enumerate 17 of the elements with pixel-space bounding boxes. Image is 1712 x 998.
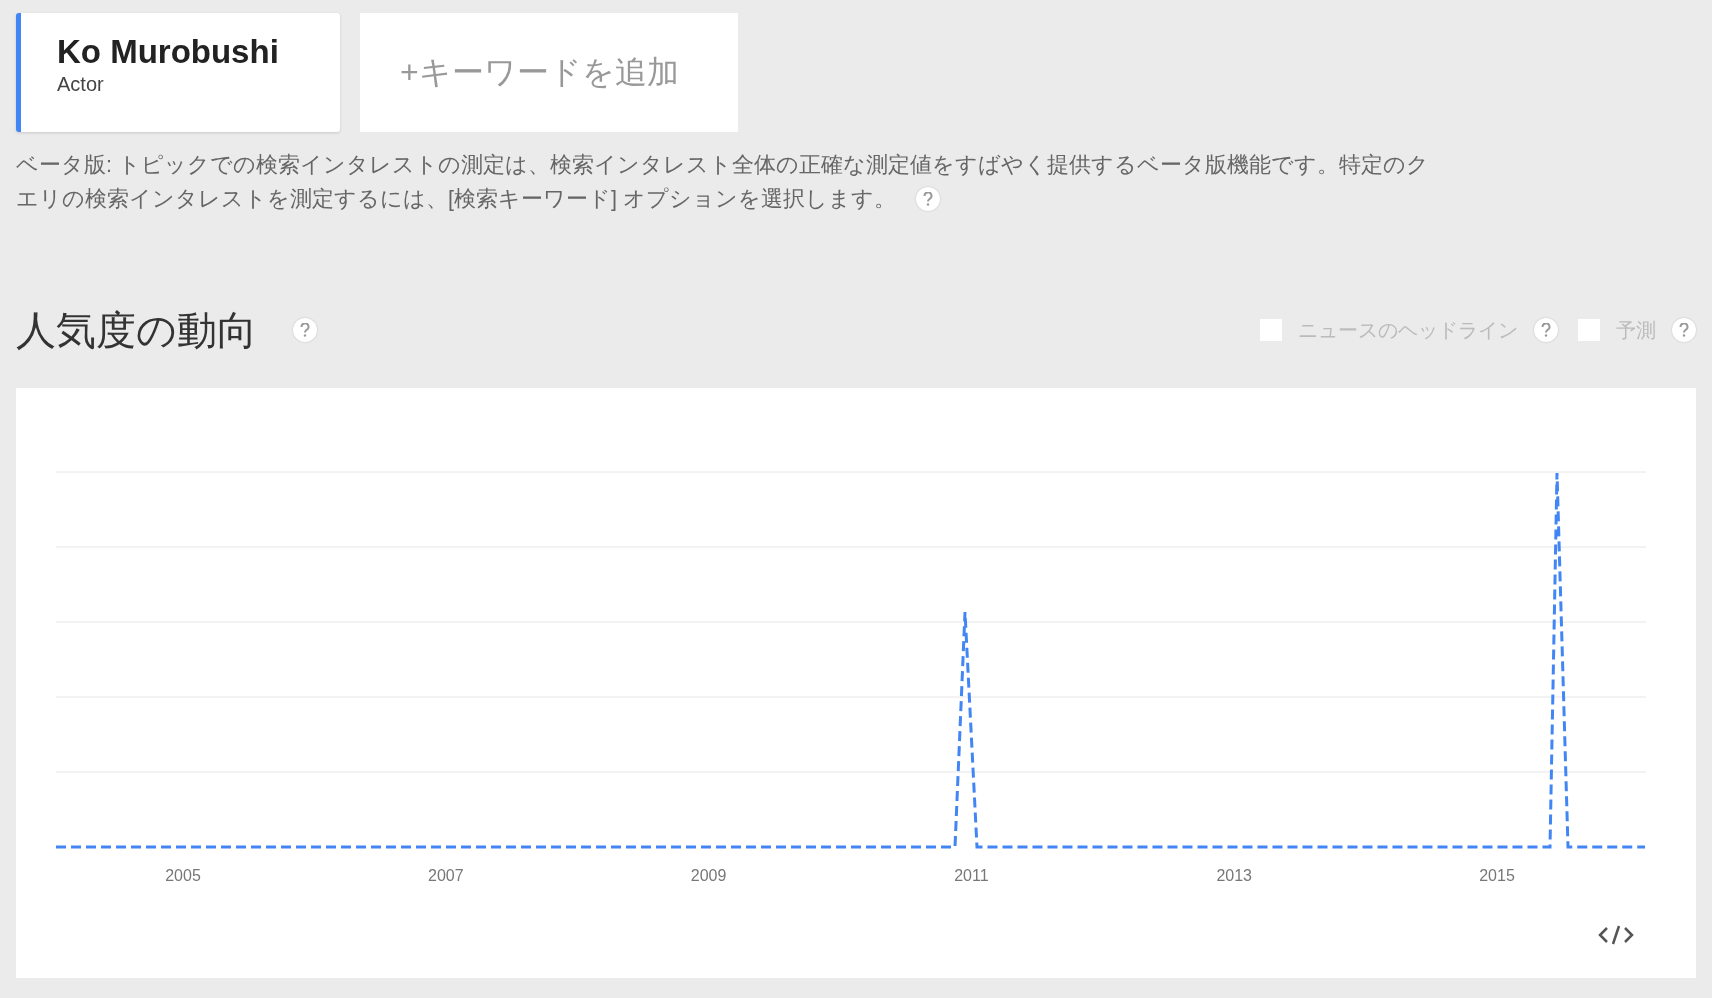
- help-icon[interactable]: [915, 187, 940, 211]
- embed-code-button[interactable]: [1598, 924, 1634, 946]
- help-icon[interactable]: [1534, 318, 1558, 342]
- section-title: 人気度の動向: [16, 306, 257, 354]
- topic-card[interactable]: Ko Murobushi Actor: [16, 13, 340, 132]
- axis-label: 2011: [954, 867, 989, 885]
- axis-label: 2005: [165, 867, 201, 885]
- beta-notice: エリの検索インタレストを測定するには、[検索キーワード] オプションを選択します。: [16, 186, 896, 213]
- topic-title: Ko Murobushi: [57, 33, 280, 71]
- help-icon[interactable]: [1672, 318, 1696, 342]
- help-icon[interactable]: [293, 318, 317, 342]
- beta-notice: ベータ版: トピックでの検索インタレストの測定は、検索インタレスト全体の正確な測定値をすばやく提供するベータ版機能です。特定のク: [16, 152, 1429, 179]
- axis-label: 2013: [1216, 867, 1252, 885]
- axis-label: 2015: [1479, 867, 1515, 885]
- axis-label: 2007: [428, 867, 464, 885]
- topic-subtitle: Actor: [57, 73, 105, 96]
- axis-label: 2009: [690, 867, 727, 885]
